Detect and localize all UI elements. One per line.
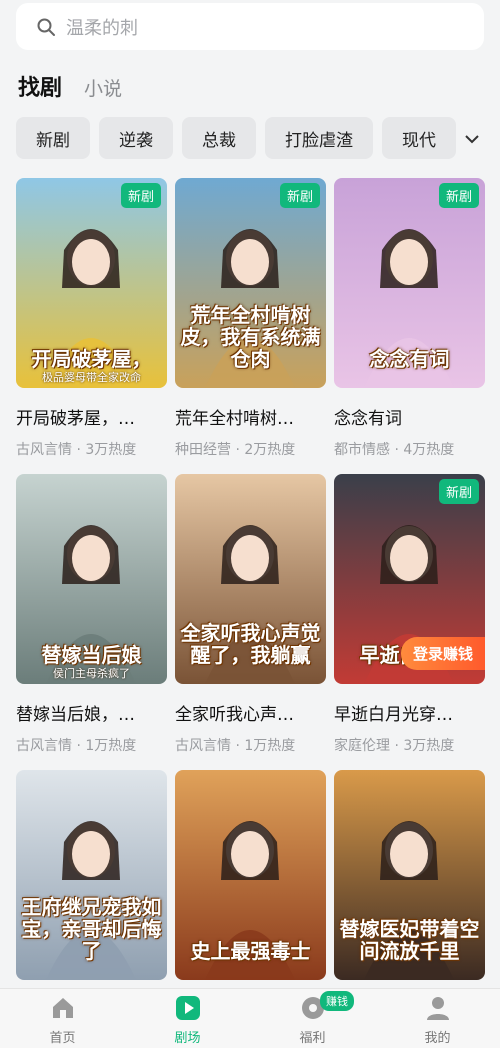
- chip-ceo[interactable]: 总裁: [182, 117, 256, 159]
- drama-grid: 新剧 开局破茅屋， 极品婆母带全家改命 开局破茅屋，… 古风言情 · 3万热度 新剧 荒年全…: [16, 178, 486, 1048]
- chip-modern[interactable]: 现代: [382, 117, 456, 159]
- tabbar-home-label: 首页: [49, 1031, 76, 1046]
- poster-caption: 荒年全村啃树皮，我有系统满仓肉: [180, 303, 321, 371]
- tabbar-mine[interactable]: 我的: [375, 989, 500, 1048]
- new-drama-badge: 新剧: [438, 183, 479, 208]
- meta-separator: ·: [72, 442, 86, 458]
- poster-caption: 替嫁医妃带着空间流放千里: [339, 917, 480, 963]
- drama-meta: 古风言情 · 1万热度: [175, 735, 326, 755]
- poster-caption: 开局破茅屋，: [31, 347, 152, 371]
- chip-new-drama[interactable]: 新剧: [16, 117, 90, 159]
- top-tabs: 找剧 小说: [18, 70, 122, 102]
- drama-poster[interactable]: 新剧早逝白月光登录赚钱: [334, 474, 485, 684]
- drama-poster[interactable]: 新剧念念有词: [334, 178, 485, 388]
- profile-icon: [426, 997, 449, 1020]
- new-drama-badge: 新剧: [279, 183, 320, 208]
- search-bar[interactable]: 温柔的刺: [16, 3, 484, 50]
- poster-caption: 替嫁当后娘: [41, 643, 142, 667]
- drama-card[interactable]: 新剧开局破茅屋， 极品婆母带全家改命开局破茅屋，… 古风言情 · 3万热度: [16, 178, 167, 474]
- drama-heat: 2万热度: [244, 442, 296, 458]
- meta-separator: ·: [231, 442, 245, 458]
- drama-card[interactable]: 全家听我心声觉醒了，我躺赢全家听我心声… 古风言情 · 1万热度: [175, 474, 326, 770]
- drama-genre: 古风言情: [175, 738, 231, 754]
- drama-meta: 古风言情 · 3万热度: [16, 439, 167, 459]
- drama-poster[interactable]: 史上最强毒士: [175, 770, 326, 980]
- new-drama-badge: 新剧: [120, 183, 161, 208]
- bottom-tab-bar: 首页 剧场 福利 赚钱 我的: [0, 988, 500, 1048]
- drama-heat: 1万热度: [244, 738, 296, 754]
- meta-separator: ·: [390, 738, 404, 754]
- poster-caption: 史上最强毒士: [190, 939, 311, 963]
- drama-meta: 古风言情 · 1万热度: [16, 735, 167, 755]
- chevron-down-icon: [465, 135, 479, 144]
- meta-separator: ·: [72, 738, 86, 754]
- drama-poster[interactable]: 新剧开局破茅屋， 极品婆母带全家改命: [16, 178, 167, 388]
- poster-caption: 王府继兄宠我如宝，亲哥却后悔了: [21, 895, 162, 963]
- drama-title[interactable]: 荒年全村啃树…: [175, 404, 326, 429]
- drama-heat: 4万热度: [403, 442, 455, 458]
- drama-genre: 种田经营: [175, 442, 231, 458]
- chip-revenge[interactable]: 打脸虐渣: [265, 117, 373, 159]
- category-chips: 新剧 逆袭 总裁 打脸虐渣 现代: [16, 117, 456, 159]
- drama-genre: 古风言情: [16, 738, 72, 754]
- drama-poster[interactable]: 替嫁医妃带着空间流放千里: [334, 770, 485, 980]
- drama-card[interactable]: 新剧早逝白月光登录赚钱早逝白月光穿… 家庭伦理 · 3万热度: [334, 474, 485, 770]
- login-earn-button[interactable]: 登录赚钱: [400, 637, 485, 670]
- drama-genre: 家庭伦理: [334, 738, 390, 754]
- tab-novel[interactable]: 小说: [84, 74, 122, 101]
- drama-meta: 家庭伦理 · 3万热度: [334, 735, 485, 755]
- poster-subcaption: 极品婆母带全家改命: [42, 371, 141, 384]
- meta-separator: ·: [390, 442, 404, 458]
- drama-card[interactable]: 新剧 念念有词 念念有词 都市情感 · 4万热度: [334, 178, 485, 474]
- drama-heat: 3万热度: [85, 442, 137, 458]
- drama-title[interactable]: 开局破茅屋，…: [16, 404, 167, 429]
- drama-poster[interactable]: 新剧荒年全村啃树皮，我有系统满仓肉: [175, 178, 326, 388]
- expand-chips-button[interactable]: [458, 125, 486, 153]
- search-icon: [37, 18, 55, 36]
- drama-poster[interactable]: 全家听我心声觉醒了，我躺赢: [175, 474, 326, 684]
- drama-card[interactable]: 新剧荒年全村啃树皮，我有系统满仓肉荒年全村啃树… 种田经营 · 2万热度: [175, 178, 326, 474]
- chip-comeback[interactable]: 逆袭: [99, 117, 173, 159]
- tabbar-welfare-label: 福利: [299, 1031, 326, 1046]
- drama-poster[interactable]: 替嫁当后娘 侯门主母杀疯了: [16, 474, 167, 684]
- new-drama-badge: 新剧: [438, 479, 479, 504]
- tabbar-theater-label: 剧场: [174, 1031, 201, 1046]
- poster-caption: 念念有词: [369, 347, 450, 371]
- play-icon: [175, 996, 200, 1020]
- drama-card[interactable]: 替嫁当后娘 侯门主母杀疯了替嫁当后娘，… 古风言情 · 1万热度: [16, 474, 167, 770]
- drama-meta: 种田经营 · 2万热度: [175, 439, 326, 459]
- meta-separator: ·: [231, 738, 245, 754]
- drama-genre: 古风言情: [16, 442, 72, 458]
- drama-title[interactable]: 全家听我心声…: [175, 700, 326, 725]
- drama-title[interactable]: 替嫁当后娘，…: [16, 700, 167, 725]
- tabbar-theater[interactable]: 剧场: [125, 989, 250, 1048]
- tabbar-welfare[interactable]: 福利 赚钱: [250, 989, 375, 1048]
- drama-heat: 1万热度: [85, 738, 137, 754]
- drama-meta: 都市情感 · 4万热度: [334, 439, 485, 459]
- drama-heat: 3万热度: [403, 738, 455, 754]
- poster-subcaption: 侯门主母杀疯了: [53, 667, 130, 680]
- tabbar-mine-label: 我的: [424, 1031, 451, 1046]
- earn-badge: 赚钱: [320, 991, 354, 1011]
- poster-caption: 全家听我心声觉醒了，我躺赢: [180, 621, 321, 667]
- tab-find-drama[interactable]: 找剧: [18, 70, 62, 102]
- drama-title[interactable]: 早逝白月光穿…: [334, 700, 485, 725]
- drama-title[interactable]: 念念有词: [334, 404, 485, 429]
- drama-poster[interactable]: 王府继兄宠我如宝，亲哥却后悔了: [16, 770, 167, 980]
- search-placeholder: 温柔的刺: [66, 17, 138, 39]
- drama-genre: 都市情感: [334, 442, 390, 458]
- home-icon: [52, 998, 73, 1018]
- tabbar-home[interactable]: 首页: [0, 989, 125, 1048]
